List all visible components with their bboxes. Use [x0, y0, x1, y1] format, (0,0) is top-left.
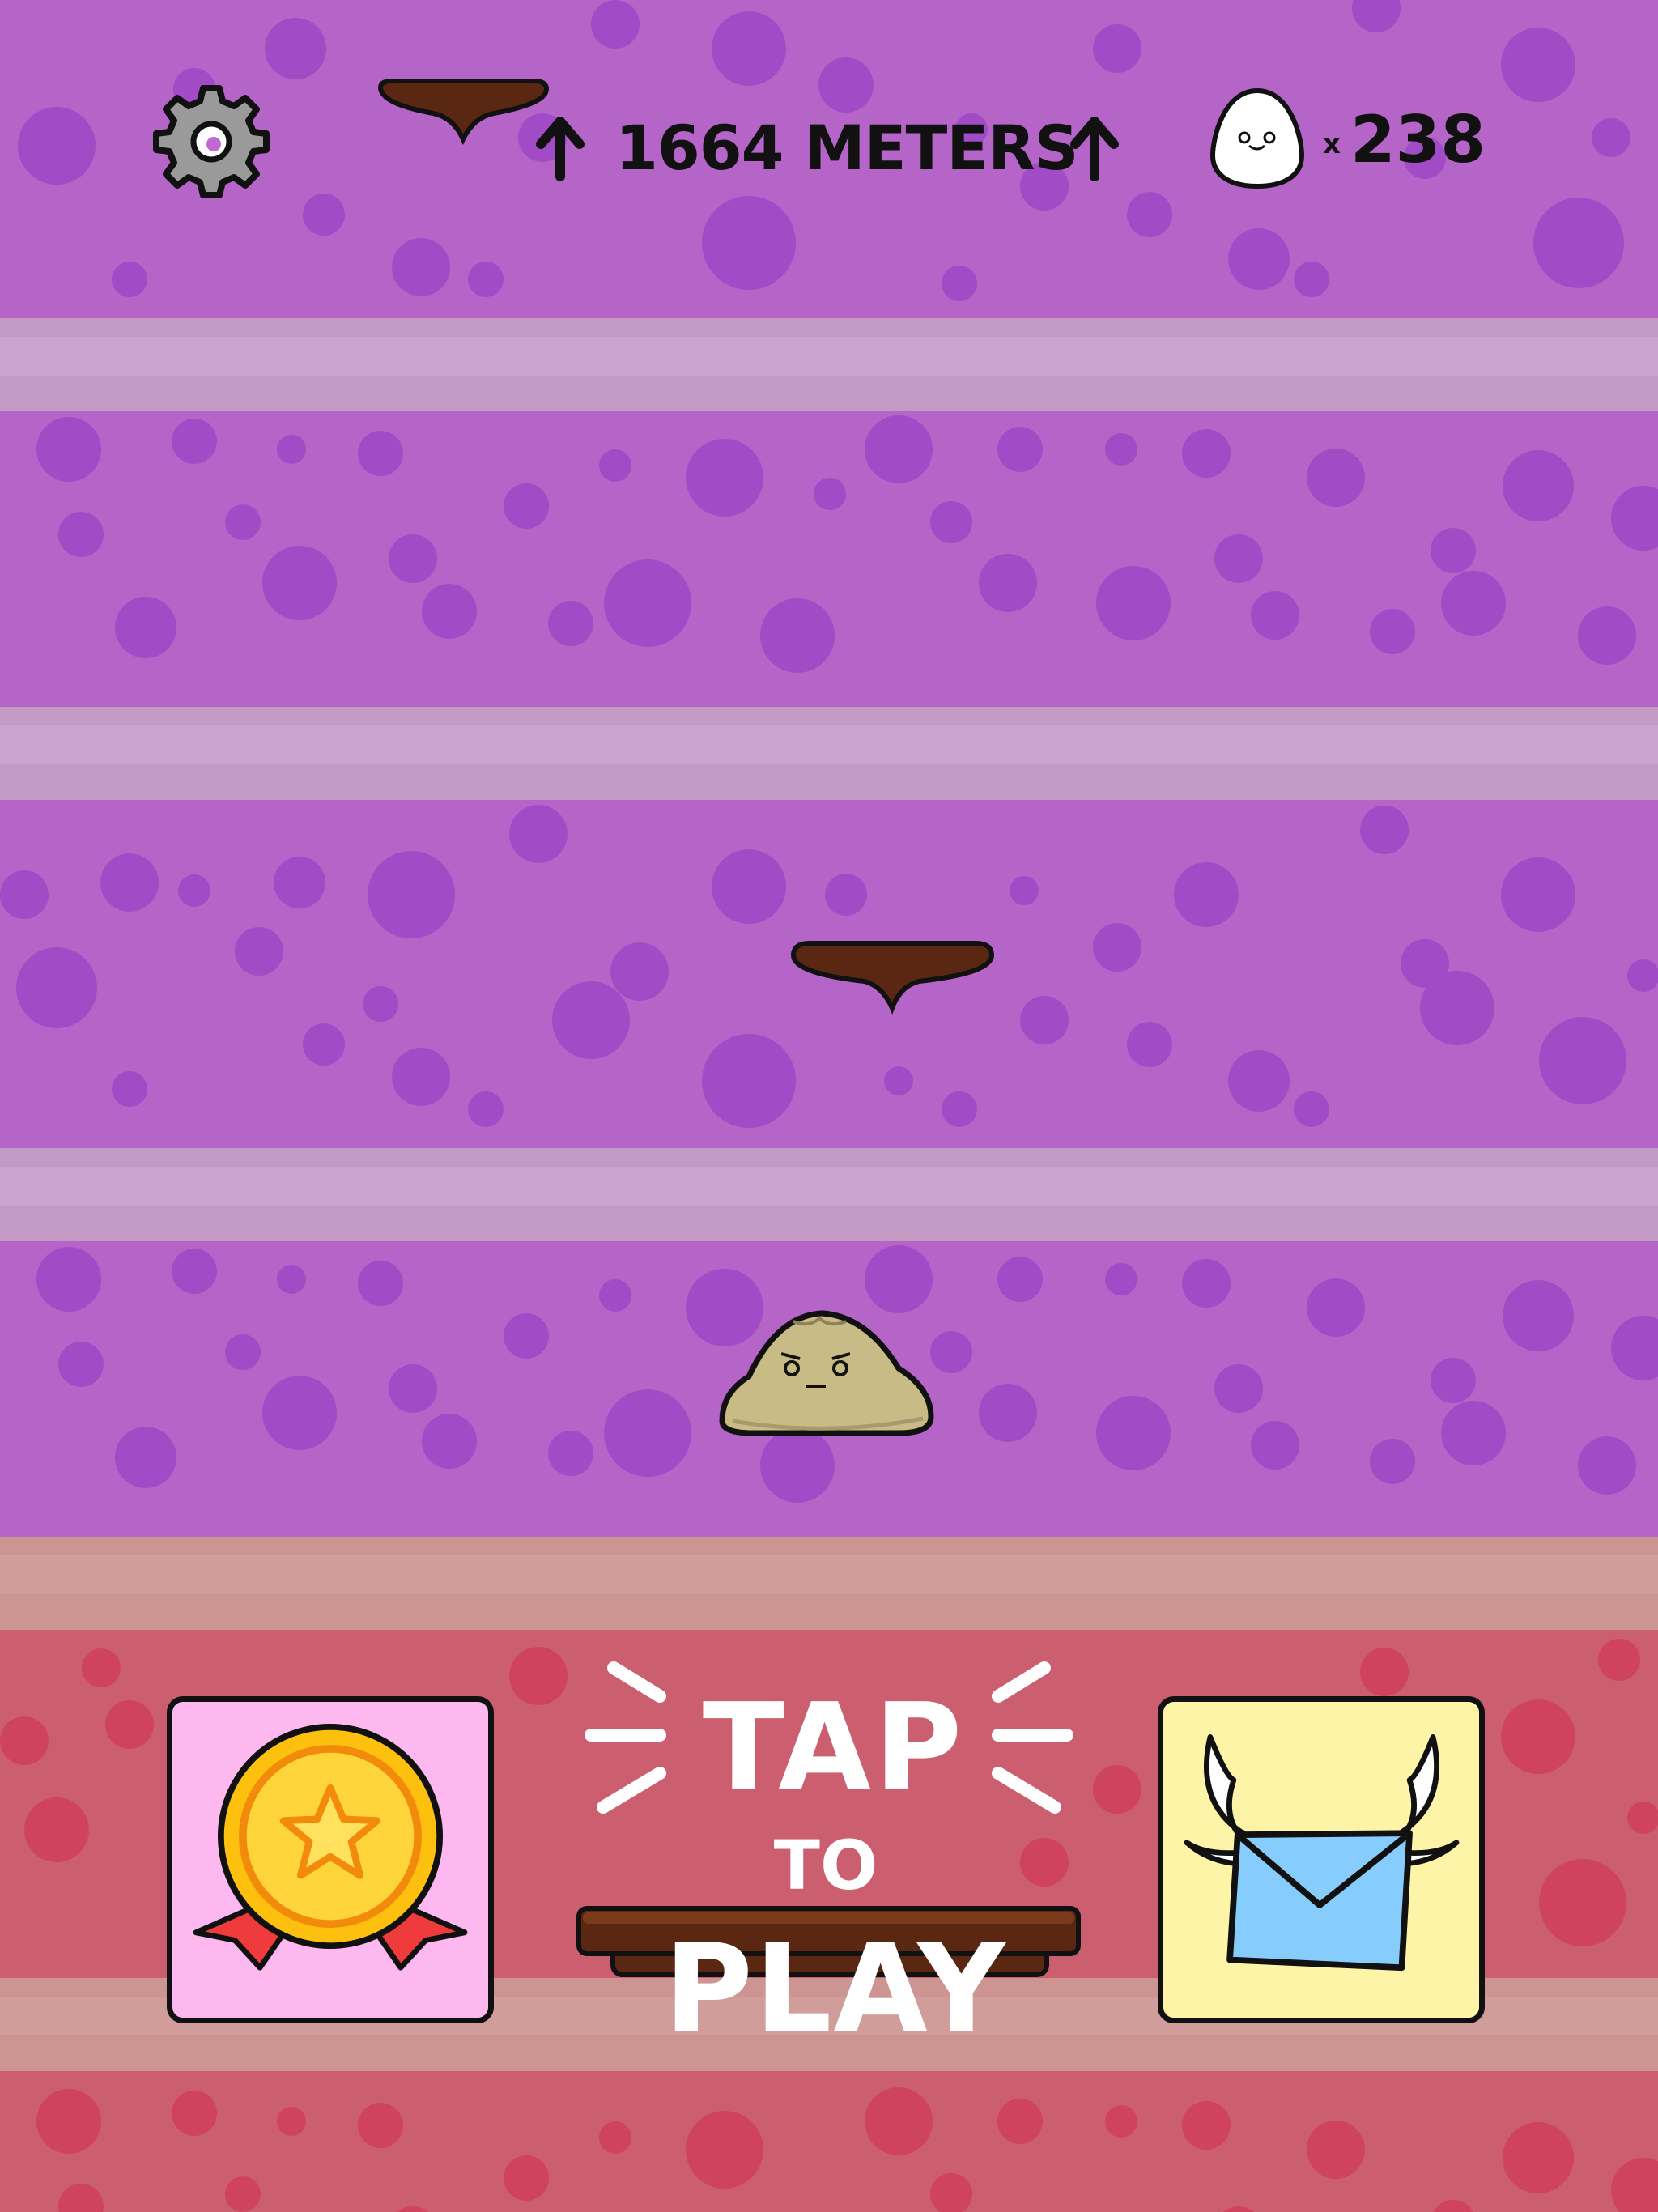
medal-icon	[193, 1724, 468, 1971]
egg-multiplier: x	[1323, 128, 1341, 160]
tap-to-play-line3[interactable]: PLAY	[664, 1919, 1005, 2060]
distance-label: 1664 METERS	[615, 112, 1079, 184]
achievements-button[interactable]	[167, 1696, 494, 2023]
gear-icon	[153, 85, 270, 198]
settings-button[interactable]	[151, 81, 272, 202]
winged-envelope-icon	[1184, 1734, 1460, 1972]
tap-to-play-line2[interactable]: TO	[745, 1826, 907, 1905]
mail-button[interactable]	[1158, 1696, 1485, 2023]
egg-count: 238	[1350, 102, 1486, 177]
tap-to-play-line1[interactable]: TAP	[664, 1678, 1004, 1817]
